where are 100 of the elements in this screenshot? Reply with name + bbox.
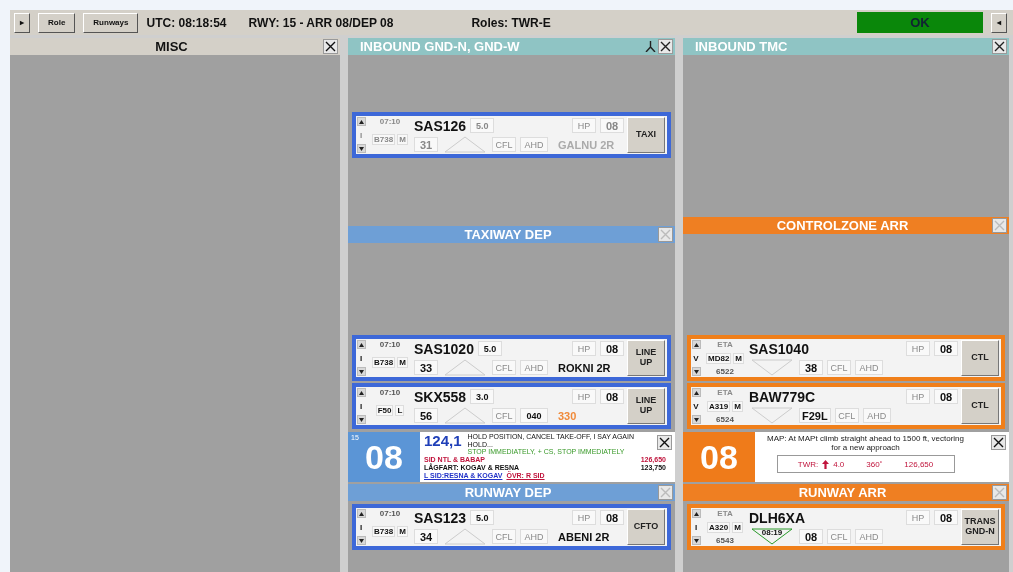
close-button[interactable]: [991, 435, 1006, 450]
scroll-up-button[interactable]: [356, 509, 366, 518]
stand-field: F29L: [799, 408, 831, 423]
cfl-field: CFL: [827, 360, 851, 375]
runway-field: 08: [600, 118, 624, 133]
eta-label: ETA: [717, 509, 733, 518]
time-text: 07:10: [379, 388, 401, 397]
action-button[interactable]: LINE UP: [627, 340, 665, 376]
triangle-icon: [443, 136, 487, 153]
runway-field: 08: [600, 341, 624, 356]
scroll-down-button[interactable]: [356, 367, 366, 376]
flight-strip[interactable]: I 07:10 B738 M SAS1020 5.0 HP 08 33 CFL AHD ROKNI 2R LINE UP: [352, 335, 671, 381]
close-x-icon: [660, 41, 671, 52]
flight-strip[interactable]: I ETA A320 M 6543 DLH6XA HP 08 08:19 08 CFL AHD TRANS GND-N: [687, 504, 1005, 550]
cfl-field: CFL: [492, 529, 516, 544]
cfl-field: CFL: [492, 137, 516, 152]
time-text: 07:10: [379, 340, 401, 349]
scroll-down-button[interactable]: [356, 415, 366, 424]
aircraft-type: F50: [375, 405, 394, 416]
aircraft-type: A319: [707, 400, 731, 412]
flight-strip[interactable]: V ETA A319 M 6524 BAW779C HP 08 F29L CFL AHD CTL: [687, 383, 1005, 429]
scroll-down-button[interactable]: [691, 415, 701, 424]
scroll-up-button[interactable]: [691, 388, 701, 397]
flight-strip[interactable]: I 07:10 B738 M SAS123 5.0 HP 08 34 CFL AHD ABENI 2R CFTO: [352, 504, 671, 550]
toolbar-button[interactable]: Runways: [83, 12, 139, 33]
runway-field: 08: [600, 510, 624, 525]
collapse-button[interactable]: ◂: [991, 12, 1007, 33]
callsign: DLH6XA: [749, 509, 805, 526]
close-button[interactable]: [658, 39, 673, 54]
action-button[interactable]: CTL: [961, 340, 999, 376]
altitude-text: 4.0: [833, 459, 845, 469]
hp-field: HP: [572, 118, 596, 133]
stand-field: 56: [414, 408, 438, 423]
ahd-field: AHD: [520, 137, 548, 152]
scroll-up-button[interactable]: [356, 388, 366, 397]
runway-field: 08: [934, 389, 958, 404]
time-label: 08:19: [761, 528, 783, 537]
wake-category: M: [397, 357, 408, 368]
scroll-down-button[interactable]: [356, 536, 366, 545]
close-button[interactable]: [657, 435, 672, 450]
heading-text: 360˚: [866, 459, 883, 469]
wake-category: L: [395, 405, 405, 416]
action-button[interactable]: CFTO: [627, 509, 665, 545]
scroll-up-button[interactable]: [356, 340, 366, 349]
speed-field: 3.0: [470, 389, 495, 404]
triangle-icon: [750, 528, 794, 545]
flight-rule: V: [693, 401, 699, 411]
section-title: TAXIWAY DEP: [463, 227, 553, 242]
scroll-up-button[interactable]: [356, 117, 366, 126]
scroll-up-button[interactable]: [691, 509, 701, 518]
section-title: RUNWAY DEP: [463, 485, 553, 500]
hp-field: HP: [906, 389, 930, 404]
expand-button[interactable]: ▸: [14, 12, 30, 33]
aircraft-type: B738: [372, 526, 396, 537]
squawk-text: 6522: [716, 367, 734, 376]
flight-strip[interactable]: V ETA MD82 M 6522 SAS1040 HP 08 38 CFL AHD CTL: [687, 335, 1005, 381]
close-button[interactable]: [323, 39, 338, 54]
runway-number: 08: [365, 437, 403, 477]
wake-category: M: [732, 521, 743, 533]
action-button[interactable]: LINE UP: [627, 388, 665, 424]
speed-field: 5.0: [470, 118, 495, 133]
flight-rule: I: [359, 353, 363, 363]
flight-strip[interactable]: I 07:10 F50 L SKX558 3.0 HP 08 56 CFL 040 330 LINE UP: [352, 383, 671, 429]
utc-clock: UTC: 08:18:54: [146, 15, 227, 30]
cfl-field: CFL: [492, 360, 516, 375]
toolbar-button[interactable]: Role: [38, 12, 76, 33]
close-button[interactable]: [992, 39, 1007, 54]
scroll-down-button[interactable]: [356, 144, 366, 153]
scroll-up-button[interactable]: [691, 340, 701, 349]
ahd-field: AHD: [855, 529, 883, 544]
runway-number: 08: [700, 437, 738, 477]
triangle-icon: [443, 407, 487, 424]
triangle-icon: [750, 359, 794, 376]
close-x-icon: [659, 437, 670, 448]
scroll-down-button[interactable]: [691, 536, 701, 545]
section-title: INBOUND GND-N, GND-W: [360, 39, 521, 54]
hp-field: HP: [906, 341, 930, 356]
stand-field: 33: [414, 360, 438, 375]
aircraft-type: MD82: [706, 352, 732, 364]
scroll-down-button[interactable]: [691, 367, 701, 376]
hp-field: HP: [572, 341, 596, 356]
tower-label: TWR:: [797, 459, 819, 469]
close-x-icon: [994, 487, 1005, 498]
ahd-field: AHD: [862, 408, 891, 423]
aircraft-type: B738: [372, 134, 396, 145]
fork-icon[interactable]: [645, 41, 656, 52]
callsign: SAS126: [414, 117, 467, 134]
close-x-icon: [994, 41, 1005, 52]
action-button[interactable]: TAXI: [627, 117, 665, 153]
action-button[interactable]: CTL: [961, 388, 999, 424]
flight-strip[interactable]: I 07:10 B738 M SAS126 5.0 HP 08 31 CFL AHD GALNU 2R TAXI: [352, 112, 671, 158]
eta-label: ETA: [717, 388, 733, 397]
ahd-field: AHD: [855, 360, 883, 375]
action-button[interactable]: TRANS GND-N: [961, 509, 999, 545]
section-title: MISC: [154, 39, 189, 54]
ahd-field: 040: [520, 408, 548, 423]
flight-rule: V: [693, 353, 699, 363]
aircraft-type: B738: [372, 357, 396, 368]
sid-text: ABENI 2R: [558, 530, 610, 543]
speed-field: 5.0: [470, 510, 495, 525]
